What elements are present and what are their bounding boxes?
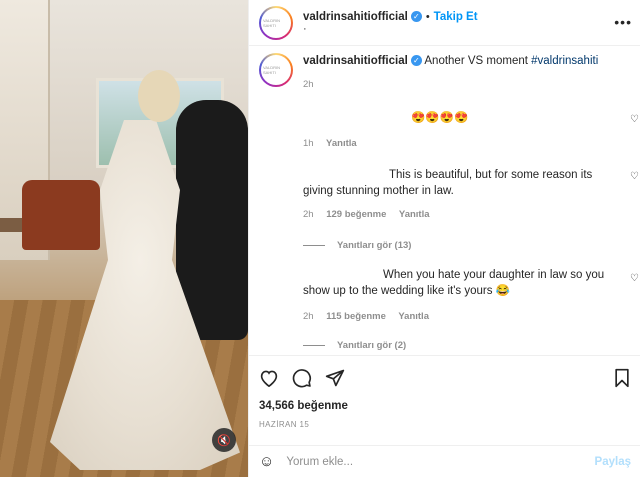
replies-divider [303, 345, 325, 346]
caption-time: 2h [303, 79, 314, 90]
post-side-panel: VALDRIN SAHITI valdrinsahitiofficial ✓ • Ta… [248, 0, 640, 477]
view-replies-button[interactable]: Yanıtları gör (2) [303, 340, 640, 351]
comment-time: 2h [303, 209, 314, 220]
comment-text: When you hate your daughter in law so yo… [303, 267, 615, 299]
post-caption: VALDRIN SAHITI valdrinsahitiofficial ✓ An… [249, 47, 640, 90]
caption-body: valdrinsahitiofficial ✓ Another VS moment… [303, 53, 598, 90]
caption-text: Another VS moment [424, 55, 528, 67]
comment-icon[interactable] [292, 368, 312, 388]
likes-count[interactable]: 34,566 beğenme [259, 400, 631, 412]
header-username[interactable]: valdrinsahitiofficial [303, 11, 408, 23]
caption-username[interactable]: valdrinsahitiofficial [303, 55, 408, 67]
comment-item: 😍😍😍😍 ♡ 1h Yanıtla [249, 110, 640, 149]
speaker-muted-icon[interactable]: 🔇 [212, 428, 236, 452]
comment-text-content: When you hate your daughter in law so yo… [303, 269, 605, 297]
smiley-icon[interactable]: ☺ [259, 453, 274, 470]
follow-button[interactable]: Takip Et [434, 11, 478, 23]
comment-time: 2h [303, 311, 314, 322]
avatar-logo: VALDRIN SAHITI [261, 7, 291, 38]
comment-input[interactable] [286, 455, 595, 468]
heart-icon[interactable]: ♡ [630, 114, 640, 125]
reply-button[interactable]: Yanıtla [399, 209, 430, 220]
caption-hashtag[interactable]: #valdrinsahiti [531, 55, 598, 67]
more-options-icon[interactable]: ••• [614, 14, 632, 30]
comment-meta: 2h 115 beğenme Yanıtla [303, 311, 615, 322]
comments-list[interactable]: VALDRIN SAHITI valdrinsahitiofficial ✓ An… [249, 47, 640, 354]
avatar-logo: VALDRIN SAHITI [261, 55, 291, 85]
view-replies-label: Yanıtları gör (2) [337, 340, 407, 351]
video-model-head [138, 70, 180, 122]
post-header: VALDRIN SAHITI valdrinsahitiofficial ✓ • Ta… [249, 0, 640, 46]
reply-button[interactable]: Yanıtla [398, 311, 429, 322]
comment-likes[interactable]: 129 beğenme [326, 209, 386, 220]
comment-time: 1h [303, 138, 314, 149]
bookmark-icon[interactable] [613, 368, 631, 388]
comment-text: 😍😍😍😍 [411, 112, 469, 124]
comment-meta: 2h 129 beğenme Yanıtla [303, 209, 615, 220]
replies-divider [303, 245, 325, 246]
comment-text: This is beautiful, but for some reason i… [303, 167, 615, 199]
video-chair [22, 180, 100, 250]
reply-button[interactable]: Yanıtla [326, 138, 357, 149]
heart-icon[interactable] [259, 369, 279, 387]
caption-text-line: valdrinsahitiofficial ✓ Another VS moment… [303, 53, 598, 69]
post-actions: 34,566 beğenme HAZİRAN 15 [249, 355, 640, 429]
view-replies-label: Yanıtları gör (13) [337, 240, 412, 251]
header-subdot: · [303, 22, 307, 35]
comment-item: This is beautiful, but for some reason i… [249, 167, 640, 220]
header-text: valdrinsahitiofficial ✓ • Takip Et · [303, 11, 478, 35]
heart-icon[interactable]: ♡ [630, 171, 640, 182]
post-date: HAZİRAN 15 [259, 420, 310, 429]
verified-badge-icon: ✓ [410, 11, 422, 23]
heart-icon[interactable]: ♡ [630, 273, 640, 284]
post-comment-button[interactable]: Paylaş [595, 456, 631, 468]
view-replies-button[interactable]: Yanıtları gör (13) [303, 240, 640, 251]
comment-likes[interactable]: 115 beğenme [326, 311, 386, 322]
separator-dot: • [425, 10, 430, 23]
caption-avatar[interactable]: VALDRIN SAHITI [259, 53, 293, 87]
comment-meta: 1h Yanıtla [303, 138, 615, 149]
comment-item: When you hate your daughter in law so yo… [249, 267, 640, 322]
comment-text-content: This is beautiful, but for some reason i… [303, 169, 593, 197]
instagram-post-view: 🔇 VALDRIN SAHITI valdrinsahitiofficial ✓ •… [0, 0, 640, 477]
share-icon[interactable] [325, 368, 345, 388]
avatar[interactable]: VALDRIN SAHITI [259, 5, 293, 40]
comment-composer: ☺ Paylaş [249, 445, 640, 477]
verified-badge-icon: ✓ [410, 55, 422, 67]
post-video[interactable]: 🔇 [0, 0, 248, 477]
action-icons [259, 364, 631, 392]
